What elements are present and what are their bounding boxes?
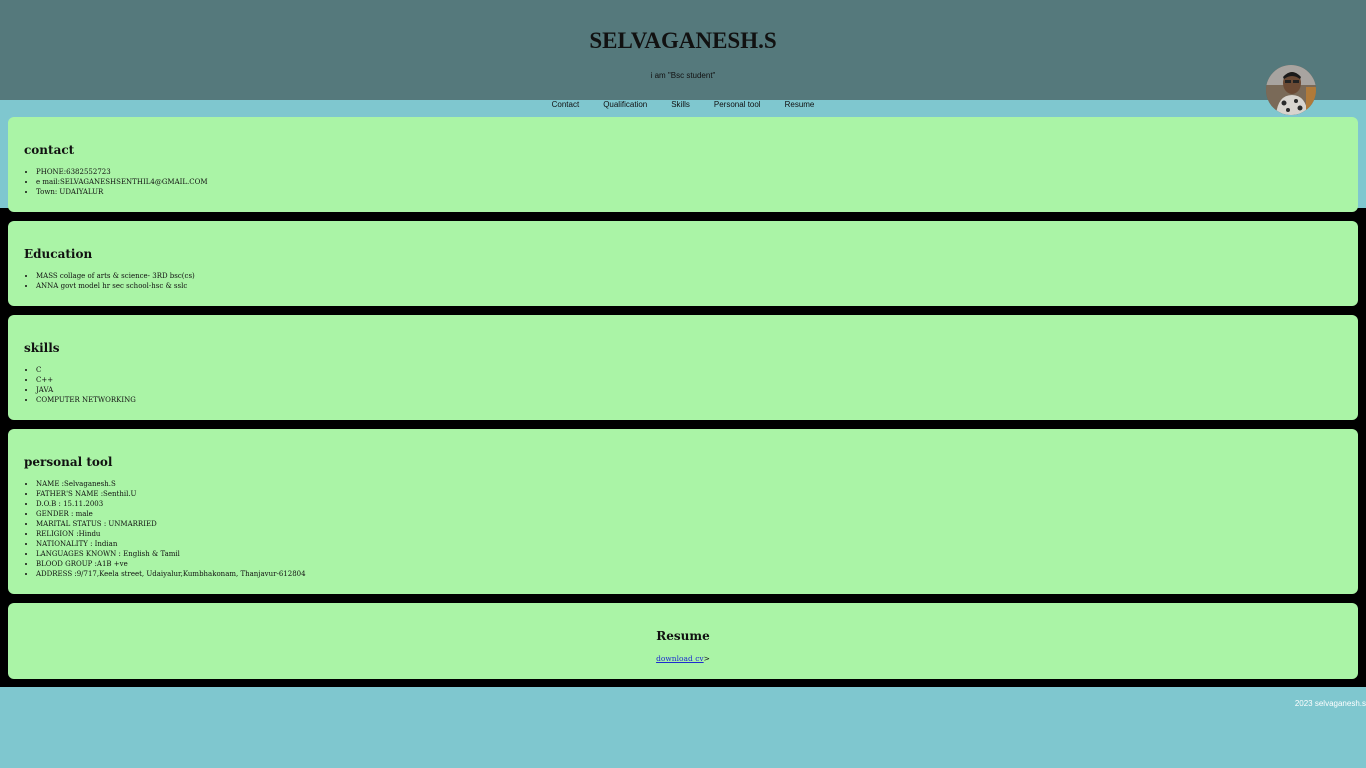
education-section: Education MASS collage of arts & science… [8,221,1358,306]
resume-heading: Resume [656,629,710,643]
skills-heading: skills [24,341,60,355]
contact-list: PHONE:6382552723 e mail:SELVAGANESHSENTH… [24,167,208,197]
site-title: SELVAGANESH.S [589,28,777,53]
list-item: ANNA govt model hr sec school-hsc & sslc [36,281,195,291]
main-nav: Contact Qualification Skills Personal to… [0,99,1366,111]
personal-heading: personal tool [24,455,113,469]
personal-section: personal tool NAME :Selvaganesh.S FATHER… [8,429,1358,594]
list-item: LANGUAGES KNOWN : English & Tamil [36,549,306,559]
skills-section: skills C C++ JAVA COMPUTER NETWORKING [8,315,1358,420]
list-item: COMPUTER NETWORKING [36,395,136,405]
list-item: D.O.B : 15.11.2003 [36,499,306,509]
nav-resume[interactable]: Resume [785,99,815,111]
resume-section: Resume download cv> [8,603,1358,679]
list-item: NATIONALITY : Indian [36,539,306,549]
contact-heading: contact [24,143,75,157]
education-list: MASS collage of arts & science- 3RD bsc(… [24,271,195,291]
list-item: NAME :Selvaganesh.S [36,479,306,489]
skills-list: C C++ JAVA COMPUTER NETWORKING [24,365,136,405]
download-cv-link[interactable]: download cv [656,654,704,663]
list-item: RELIGION :Hindu [36,529,306,539]
contact-email: e mail:SELVAGANESHSENTHIL4@GMAIL.COM [36,177,208,187]
list-item: MASS collage of arts & science- 3RD bsc(… [36,271,195,281]
nav-personal-tool[interactable]: Personal tool [714,99,761,111]
list-item: C [36,365,136,375]
footer-copyright: 2023 selvaganesh.s [1294,699,1366,708]
list-item: FATHER'S NAME :Senthil.U [36,489,306,499]
list-item: BLOOD GROUP :A1B +ve [36,559,306,569]
list-item: C++ [36,375,136,385]
education-heading: Education [24,247,93,261]
nav-qualification[interactable]: Qualification [603,99,647,111]
list-item: ADDRESS :9/717,Keela street, Udaiyalur,K… [36,569,306,579]
resume-link-row: download cv> [8,654,1358,663]
site-header: SELVAGANESH.S i am "Bsc student" [0,0,1366,100]
nav-contact[interactable]: Contact [552,99,580,111]
contact-town: Town: UDAIYALUR [36,187,208,197]
tagline: i am "Bsc student" [650,71,716,80]
personal-list: NAME :Selvaganesh.S FATHER'S NAME :Senth… [24,479,306,579]
list-item: JAVA [36,385,136,395]
list-item: MARITAL STATUS : UNMARRIED [36,519,306,529]
list-item: GENDER : male [36,509,306,519]
contact-phone: PHONE:6382552723 [36,167,208,177]
nav-skills[interactable]: Skills [671,99,690,111]
contact-section: contact PHONE:6382552723 e mail:SELVAGAN… [8,117,1358,212]
link-suffix: > [703,654,710,663]
